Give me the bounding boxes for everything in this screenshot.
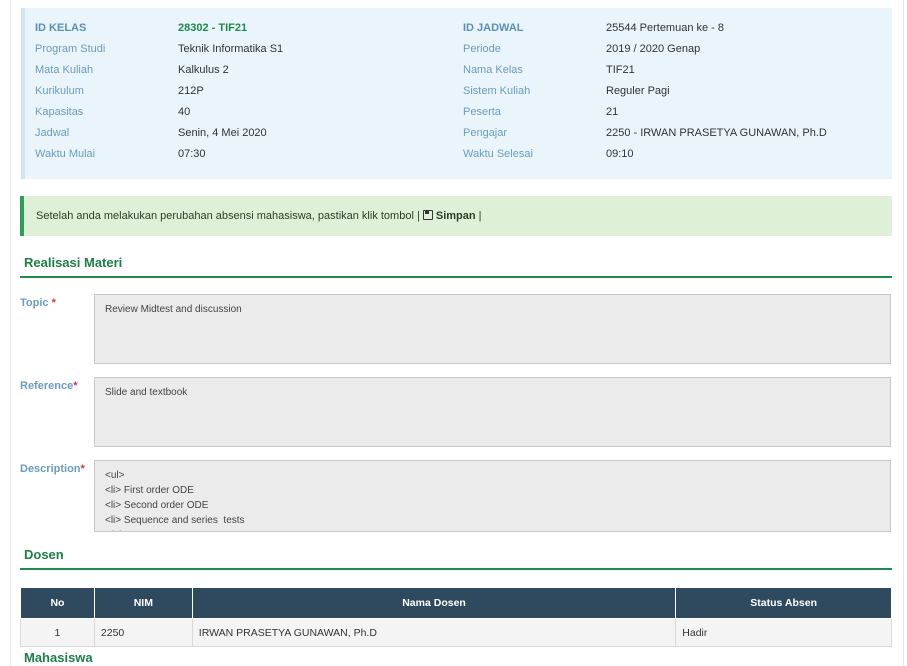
info-value: 2250 - IRWAN PRASETYA GUNAWAN, Ph.D bbox=[606, 127, 827, 139]
info-label: Periode bbox=[463, 43, 501, 55]
info-label: Program Studi bbox=[35, 43, 106, 55]
column-header-status-absen: Status Absen bbox=[675, 587, 892, 619]
column-header-nim: NIM bbox=[93, 587, 193, 619]
save-link[interactable]: Simpan bbox=[422, 210, 476, 222]
info-label: Peserta bbox=[463, 106, 501, 118]
table-row: 1 2250 IRWAN PRASETYA GUNAWAN, Ph.D Hadi… bbox=[20, 618, 892, 647]
info-value: 25544 Pertemuan ke - 8 bbox=[606, 22, 725, 34]
info-value: 40 bbox=[178, 106, 191, 118]
cell-nama-dosen: IRWAN PRASETYA GUNAWAN, Ph.D bbox=[191, 618, 677, 647]
section-divider bbox=[20, 276, 892, 278]
info-value: 07:30 bbox=[178, 148, 206, 160]
save-label: Simpan bbox=[435, 210, 476, 222]
topic-label-text: Topic bbox=[20, 297, 49, 309]
section-title-dosen: Dosen bbox=[24, 547, 64, 562]
description-label: Description* bbox=[20, 463, 85, 475]
table-header-row: No NIM Nama Dosen Status Absen bbox=[20, 587, 892, 619]
section-divider bbox=[20, 568, 892, 570]
info-value: 21 bbox=[606, 106, 619, 118]
info-value: 212P bbox=[178, 85, 204, 97]
cell-no: 1 bbox=[20, 618, 95, 647]
alert-text: Setelah anda melakukan perubahan absensi… bbox=[36, 210, 420, 222]
info-value: 09:10 bbox=[606, 148, 634, 160]
column-header-no: No bbox=[20, 587, 95, 619]
reference-label-text: Reference bbox=[20, 380, 74, 392]
section-title-mahasiswa: Mahasiswa bbox=[24, 650, 93, 665]
info-value: Teknik Informatika S1 bbox=[178, 43, 284, 55]
reference-label: Reference* bbox=[20, 380, 77, 392]
class-info-panel: ID KELAS 28302 - TIF21 ID JADWAL 25544 P… bbox=[21, 8, 892, 179]
section-title-realisasi: Realisasi Materi bbox=[24, 255, 123, 270]
dosen-table: No NIM Nama Dosen Status Absen 1 2250 IR… bbox=[20, 587, 892, 647]
cell-status-absen: Hadir bbox=[675, 618, 892, 647]
save-reminder-alert: Setelah anda melakukan perubahan absensi… bbox=[20, 196, 892, 236]
info-label: Jadwal bbox=[35, 127, 70, 139]
required-mark: * bbox=[80, 463, 85, 475]
reference-textarea[interactable]: Slide and textbook bbox=[94, 377, 891, 447]
description-textarea[interactable]: <ul> <li> First order ODE <li> Second or… bbox=[94, 460, 891, 532]
info-label: ID KELAS bbox=[35, 22, 87, 34]
cell-nim: 2250 bbox=[93, 618, 193, 647]
required-mark: * bbox=[51, 297, 56, 309]
info-value: Kalkulus 2 bbox=[178, 64, 229, 76]
info-label: Waktu Mulai bbox=[35, 148, 96, 160]
description-label-text: Description bbox=[20, 463, 81, 475]
info-value: 28302 - TIF21 bbox=[178, 22, 248, 34]
topic-textarea[interactable]: Review Midtest and discussion bbox=[94, 294, 891, 364]
info-label: Sistem Kuliah bbox=[463, 85, 531, 97]
info-label: Kurikulum bbox=[35, 85, 84, 97]
topic-label: Topic * bbox=[20, 297, 56, 309]
info-label: ID JADWAL bbox=[463, 22, 524, 34]
info-label: Nama Kelas bbox=[463, 64, 523, 76]
info-label: Mata Kuliah bbox=[35, 64, 94, 76]
info-label: Pengajar bbox=[463, 127, 508, 139]
alert-suffix: | bbox=[478, 210, 482, 222]
column-header-nama-dosen: Nama Dosen bbox=[191, 587, 677, 619]
info-value: TIF21 bbox=[606, 64, 635, 76]
info-value: Reguler Pagi bbox=[606, 85, 670, 97]
required-mark: * bbox=[73, 380, 78, 392]
info-value: 2019 / 2020 Genap bbox=[606, 43, 701, 55]
floppy-disk-icon bbox=[422, 210, 433, 220]
info-label: Kapasitas bbox=[35, 106, 84, 118]
info-value: Senin, 4 Mei 2020 bbox=[178, 127, 267, 139]
info-label: Waktu Selesai bbox=[463, 148, 533, 160]
